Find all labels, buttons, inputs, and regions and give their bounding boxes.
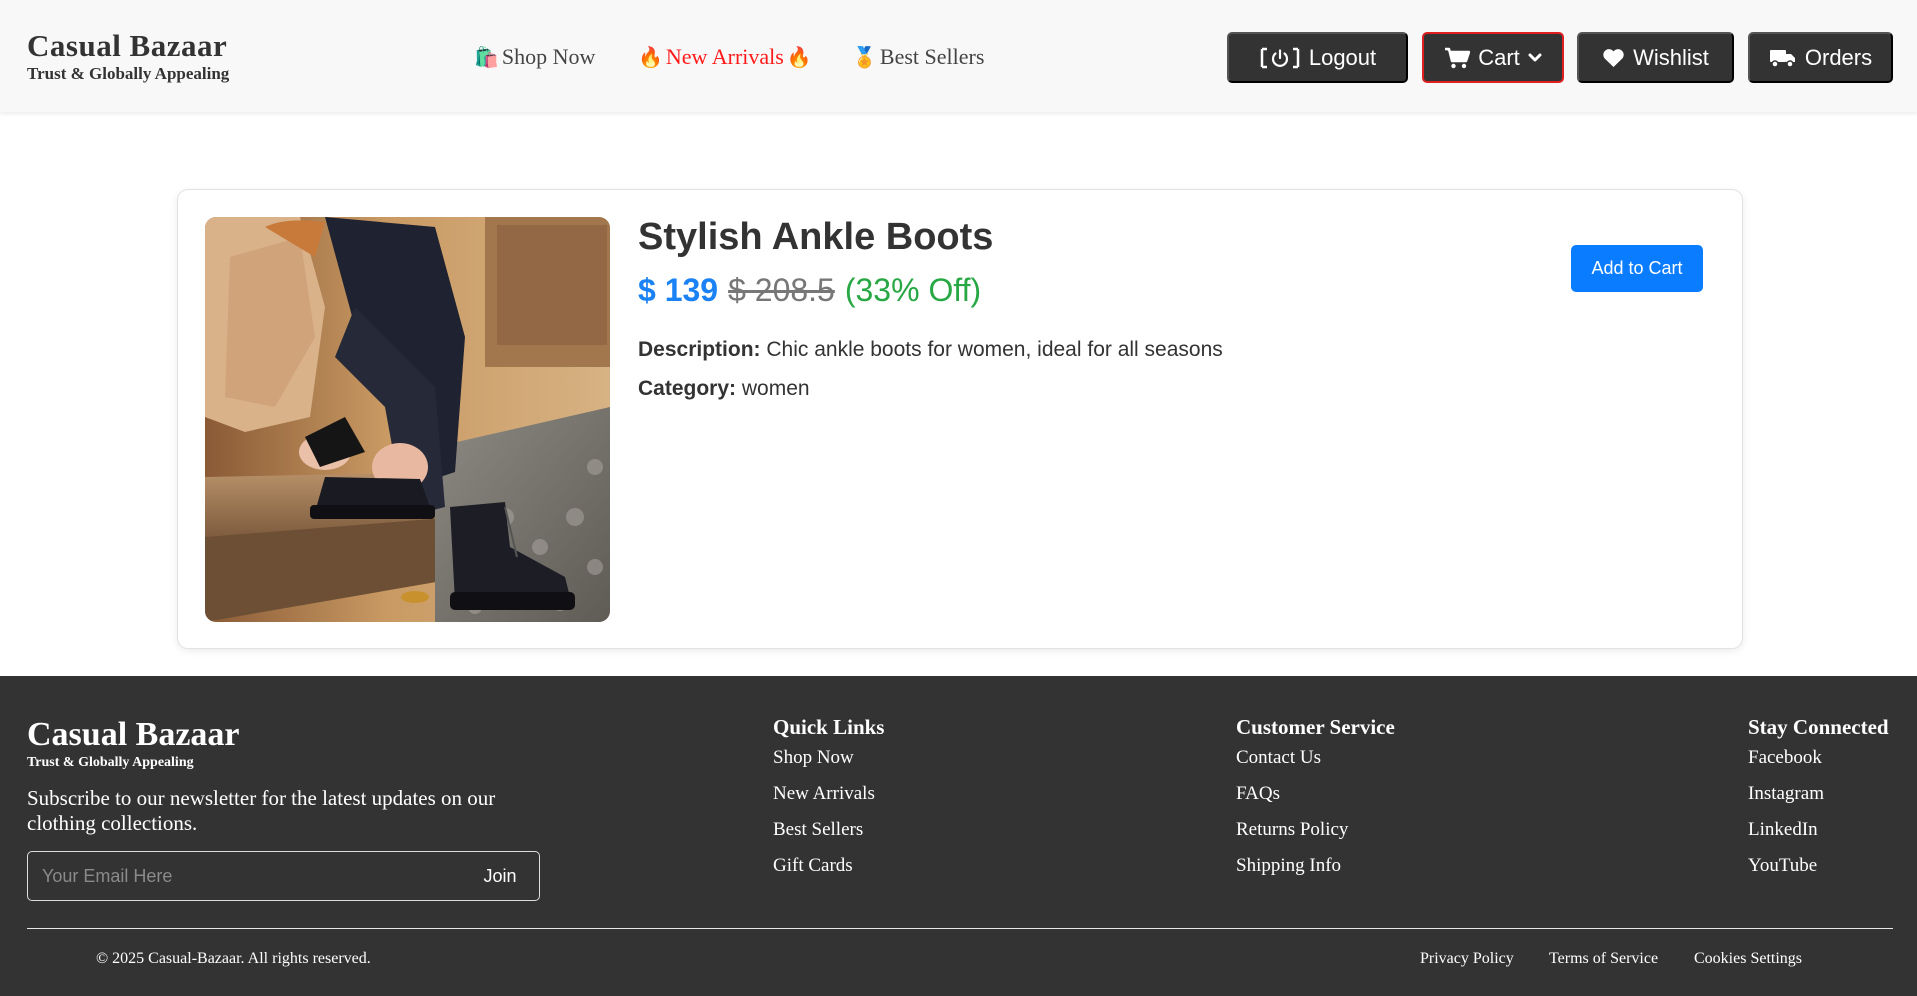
- description-label: Description:: [638, 338, 761, 361]
- footer-brand-name: Casual Bazaar: [27, 716, 240, 753]
- footer-link-shop-now[interactable]: Shop Now: [773, 747, 884, 769]
- brand-name: Casual Bazaar: [27, 28, 228, 63]
- brand-logo[interactable]: Casual Bazaar Trust & Globally Appealing: [27, 28, 229, 84]
- site-header: Casual Bazaar Trust & Globally Appealing…: [0, 0, 1917, 112]
- nav-shop-now[interactable]: 🛍️ Shop Now: [474, 44, 595, 70]
- product-description: Description: Chic ankle boots for women,…: [638, 338, 1223, 362]
- footer-link-new-arrivals[interactable]: New Arrivals: [773, 783, 884, 805]
- newsletter-form: Join: [27, 851, 540, 901]
- terms-of-service-link[interactable]: Terms of Service: [1549, 949, 1658, 969]
- footer-link-instagram[interactable]: Instagram: [1748, 783, 1889, 805]
- product-category: Category: women: [638, 377, 1223, 401]
- cart-button[interactable]: Cart: [1422, 32, 1564, 83]
- price-row: $ 139 $ 208.5 (33% Off): [638, 271, 1223, 309]
- copyright-text: © 2025 Casual-Bazaar. All rights reserve…: [96, 950, 371, 967]
- truck-icon: [1769, 47, 1797, 69]
- nav-best-sellers[interactable]: 🏅 Best Sellers: [852, 44, 984, 70]
- nav-label: Best Sellers: [879, 44, 985, 69]
- footer-link-linkedin[interactable]: LinkedIn: [1748, 819, 1889, 841]
- footer-link-contact-us[interactable]: Contact Us: [1236, 747, 1395, 769]
- footer-link-shipping-info[interactable]: Shipping Info: [1236, 855, 1395, 877]
- footer-brand-tagline: Trust & Globally Appealing: [27, 755, 194, 770]
- cart-icon: [1444, 47, 1471, 69]
- logout-label: Logout: [1308, 44, 1377, 70]
- footer-divider: [27, 928, 1893, 929]
- wishlist-button[interactable]: Wishlist: [1577, 32, 1734, 83]
- power-icon: [1259, 46, 1301, 70]
- discount-badge: (33% Off): [844, 272, 982, 308]
- customer-service-title: Customer Service: [1236, 715, 1395, 739]
- nav-new-arrivals[interactable]: 🔥 New Arrivals 🔥: [638, 44, 812, 70]
- product-image: [205, 217, 610, 622]
- product-title: Stylish Ankle Boots: [638, 216, 994, 258]
- stay-connected-column: Stay Connected Facebook Instagram Linked…: [1748, 715, 1889, 891]
- footer-link-faqs[interactable]: FAQs: [1236, 783, 1395, 805]
- quick-links-column: Quick Links Shop Now New Arrivals Best S…: [773, 715, 884, 891]
- quick-links-title: Quick Links: [773, 715, 885, 739]
- heart-icon: [1602, 48, 1625, 68]
- nav-label: Shop Now: [501, 44, 596, 69]
- orders-button[interactable]: Orders: [1748, 32, 1893, 83]
- footer-link-facebook[interactable]: Facebook: [1748, 747, 1889, 769]
- medal-icon: 🏅: [852, 46, 877, 69]
- description-text: Chic ankle boots for women, ideal for al…: [766, 338, 1223, 361]
- footer-link-returns-policy[interactable]: Returns Policy: [1236, 819, 1395, 841]
- stay-connected-title: Stay Connected: [1748, 715, 1889, 739]
- fire-icon: 🔥: [786, 46, 812, 69]
- product-card: Stylish Ankle Boots $ 139 $ 208.5 (33% Off…: [177, 189, 1743, 649]
- footer-brand: Casual Bazaar Trust & Globally Appealing: [27, 716, 240, 772]
- site-footer: Casual Bazaar Trust & Globally Appealing…: [0, 676, 1917, 996]
- original-price: $ 208.5: [728, 272, 835, 308]
- current-price: $ 139: [638, 272, 719, 308]
- product-info: Stylish Ankle Boots $ 139 $ 208.5 (33% Off…: [638, 215, 1223, 401]
- shopping-bags-icon: 🛍️: [474, 46, 499, 69]
- cookies-settings-link[interactable]: Cookies Settings: [1694, 949, 1802, 969]
- newsletter-text: Subscribe to our newsletter for the late…: [27, 786, 496, 835]
- chevron-down-icon: [1528, 53, 1542, 63]
- cart-label: Cart: [1478, 44, 1520, 70]
- brand-tagline: Trust & Globally Appealing: [27, 64, 230, 83]
- footer-link-youtube[interactable]: YouTube: [1748, 855, 1889, 877]
- footer-link-gift-cards[interactable]: Gift Cards: [773, 855, 884, 877]
- nav-label: New Arrivals: [665, 44, 784, 69]
- join-button[interactable]: Join: [461, 852, 539, 900]
- privacy-policy-link[interactable]: Privacy Policy: [1420, 949, 1514, 969]
- add-to-cart-button[interactable]: Add to Cart: [1571, 245, 1703, 292]
- email-input[interactable]: [28, 852, 461, 900]
- fire-icon: 🔥: [638, 46, 663, 69]
- category-value: women: [741, 377, 810, 400]
- footer-link-best-sellers[interactable]: Best Sellers: [773, 819, 884, 841]
- orders-label: Orders: [1804, 44, 1873, 70]
- category-label: Category:: [638, 377, 737, 400]
- logout-button[interactable]: Logout: [1227, 32, 1408, 83]
- customer-service-column: Customer Service Contact Us FAQs Returns…: [1236, 715, 1395, 891]
- wishlist-label: Wishlist: [1633, 44, 1709, 70]
